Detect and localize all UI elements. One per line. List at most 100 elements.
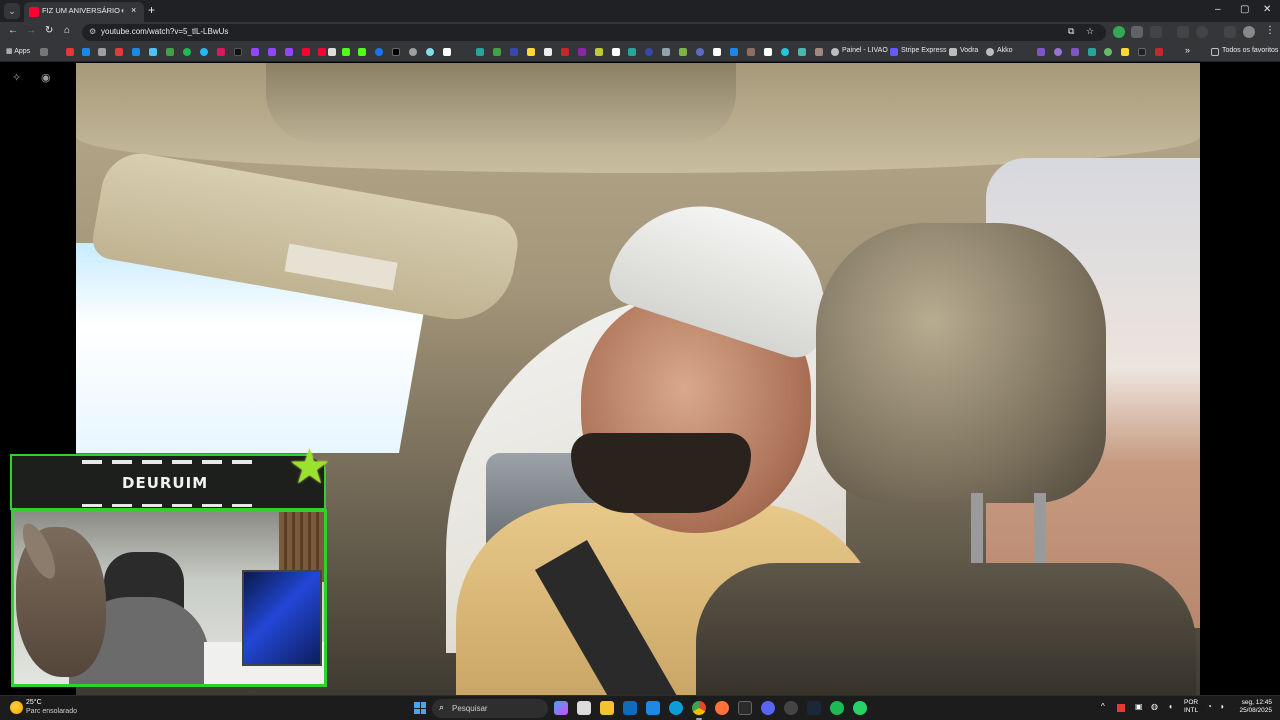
bookmark-icon[interactable] xyxy=(1054,48,1062,56)
task-view-icon[interactable] xyxy=(577,701,591,715)
video-player[interactable]: ✧ ◉ DEURUIM ★ xyxy=(0,63,1280,695)
close-window-button[interactable]: ✕ xyxy=(1263,4,1271,15)
language-indicator[interactable]: POR INTL xyxy=(1184,699,1198,715)
twitch-bookmark-icon[interactable] xyxy=(268,48,276,56)
bookmark-icon[interactable] xyxy=(527,48,535,56)
media-control-icon[interactable] xyxy=(1177,26,1189,38)
bookmark-icon[interactable] xyxy=(132,48,140,56)
stripe-bookmark-icon[interactable] xyxy=(890,48,898,56)
tab-close-button[interactable]: × xyxy=(131,5,136,15)
bookmark-icon[interactable] xyxy=(328,48,336,56)
bookmark-icon[interactable] xyxy=(493,48,501,56)
browser-menu-button[interactable]: ⋮ xyxy=(1265,25,1275,36)
back-button[interactable]: ← xyxy=(8,25,18,36)
bookmark-icon[interactable] xyxy=(781,48,789,56)
history-icon[interactable] xyxy=(1196,26,1208,38)
bookmark-icon[interactable] xyxy=(628,48,636,56)
bookmark-icon[interactable] xyxy=(764,48,772,56)
bookmark-icon[interactable] xyxy=(1121,48,1129,56)
bookmark-akko[interactable]: Akko xyxy=(997,47,1013,54)
tab-search-button[interactable]: ⌄ xyxy=(4,3,20,19)
akko-bookmark-icon[interactable] xyxy=(986,48,994,56)
bookmark-icon[interactable] xyxy=(645,48,653,56)
magic-wand-icon[interactable]: ✧ xyxy=(12,71,21,84)
bookmark-icon[interactable] xyxy=(815,48,823,56)
forward-button[interactable]: → xyxy=(26,25,36,36)
telegram-bookmark-icon[interactable] xyxy=(200,48,208,56)
obs-icon[interactable] xyxy=(784,701,798,715)
speaker-icon[interactable]: ◖ xyxy=(120,6,125,15)
steam-icon[interactable] xyxy=(807,701,821,715)
profile-avatar[interactable] xyxy=(1243,26,1255,38)
twitch-bookmark-icon[interactable] xyxy=(251,48,259,56)
bookmark-icon[interactable] xyxy=(612,48,620,56)
bookmark-icon[interactable] xyxy=(115,48,123,56)
bookmark-icon[interactable] xyxy=(426,48,434,56)
home-button[interactable]: ⌂ xyxy=(64,25,70,36)
bookmark-icon[interactable] xyxy=(798,48,806,56)
bookmark-icon[interactable] xyxy=(1104,48,1112,56)
bookmark-icon[interactable] xyxy=(544,48,552,56)
bookmark-icon[interactable] xyxy=(1155,48,1163,56)
extensions-puzzle-icon[interactable] xyxy=(1150,26,1162,38)
extension-green-icon[interactable] xyxy=(1113,26,1125,38)
bookmark-icon[interactable] xyxy=(1071,48,1079,56)
microphone-icon[interactable]: ◖ xyxy=(1168,702,1173,711)
volume-icon[interactable]: ◗ xyxy=(1220,702,1225,711)
tab-youtube-video[interactable]: FIZ UM ANIVERSÁRIO PRO ◖ × xyxy=(24,2,144,22)
bookmark-icon[interactable] xyxy=(149,48,157,56)
bookmark-icon[interactable] xyxy=(443,48,451,56)
clock[interactable]: seg, 12:45 25/08/2025 xyxy=(1232,699,1272,715)
weather-description[interactable]: Parc ensolarado xyxy=(26,708,77,715)
bookmark-icon[interactable] xyxy=(713,48,721,56)
chrome-icon[interactable] xyxy=(692,701,706,715)
spotify-bookmark-icon[interactable] xyxy=(183,48,191,56)
weather-sun-icon[interactable] xyxy=(10,701,23,714)
edge-icon[interactable] xyxy=(669,701,683,715)
tray-app-icon[interactable] xyxy=(1117,704,1125,712)
x-bookmark-icon[interactable] xyxy=(392,48,400,56)
whatsapp-icon[interactable] xyxy=(853,701,867,715)
firefox-icon[interactable] xyxy=(715,701,729,715)
discord-icon[interactable] xyxy=(761,701,775,715)
bookmark-icon[interactable] xyxy=(662,48,670,56)
lock-icon[interactable]: ▣ xyxy=(1135,702,1143,711)
bookmark-stripe-express[interactable]: Stripe Express xyxy=(901,47,947,54)
bookmark-apps[interactable]: ▦ Apps xyxy=(6,47,30,55)
bookmark-grid-icon[interactable] xyxy=(40,48,48,56)
maximize-button[interactable]: ▢ xyxy=(1240,4,1249,15)
install-app-icon[interactable]: ⧉ xyxy=(1068,26,1074,37)
outlook-icon[interactable] xyxy=(623,701,637,715)
instagram-bookmark-icon[interactable] xyxy=(217,48,225,56)
taskbar-search[interactable]: ⌕ Pesquisar xyxy=(432,699,548,718)
painel-bookmark-icon[interactable] xyxy=(831,48,839,56)
start-button[interactable] xyxy=(414,702,426,714)
file-explorer-icon[interactable] xyxy=(600,701,614,715)
bookmark-icon[interactable] xyxy=(578,48,586,56)
terminal-icon[interactable] xyxy=(738,701,752,715)
network-icon[interactable]: ◍ xyxy=(1151,702,1158,711)
extension-m-icon[interactable] xyxy=(1131,26,1143,38)
new-tab-button[interactable]: + xyxy=(148,3,155,17)
bookmark-icon[interactable] xyxy=(679,48,687,56)
bookmark-icon[interactable] xyxy=(82,48,90,56)
twitch-bookmark-icon[interactable] xyxy=(285,48,293,56)
bookmark-icon[interactable] xyxy=(98,48,106,56)
bookmark-icon[interactable] xyxy=(730,48,738,56)
kick-bookmark-icon[interactable] xyxy=(358,48,366,56)
bookmark-icon[interactable] xyxy=(476,48,484,56)
youtube-bookmark-icon[interactable] xyxy=(302,48,310,56)
kick-bookmark-icon[interactable] xyxy=(342,48,350,56)
side-panel-icon[interactable] xyxy=(1224,26,1236,38)
minimize-button[interactable]: – xyxy=(1215,4,1221,15)
wifi-icon[interactable]: ◔ xyxy=(1207,702,1212,711)
bookmark-icon[interactable] xyxy=(595,48,603,56)
all-favorites-button[interactable]: Todos os favoritos xyxy=(1222,47,1278,54)
tray-overflow-button[interactable]: ^ xyxy=(1101,702,1105,711)
screenshot-camera-icon[interactable]: ◉ xyxy=(41,71,51,84)
vodra-bookmark-icon[interactable] xyxy=(949,48,957,56)
bookmark-icon[interactable] xyxy=(409,48,417,56)
bookmark-icon[interactable] xyxy=(747,48,755,56)
bookmark-icon[interactable] xyxy=(1138,48,1146,56)
weather-temperature[interactable]: 25°C xyxy=(26,699,42,706)
